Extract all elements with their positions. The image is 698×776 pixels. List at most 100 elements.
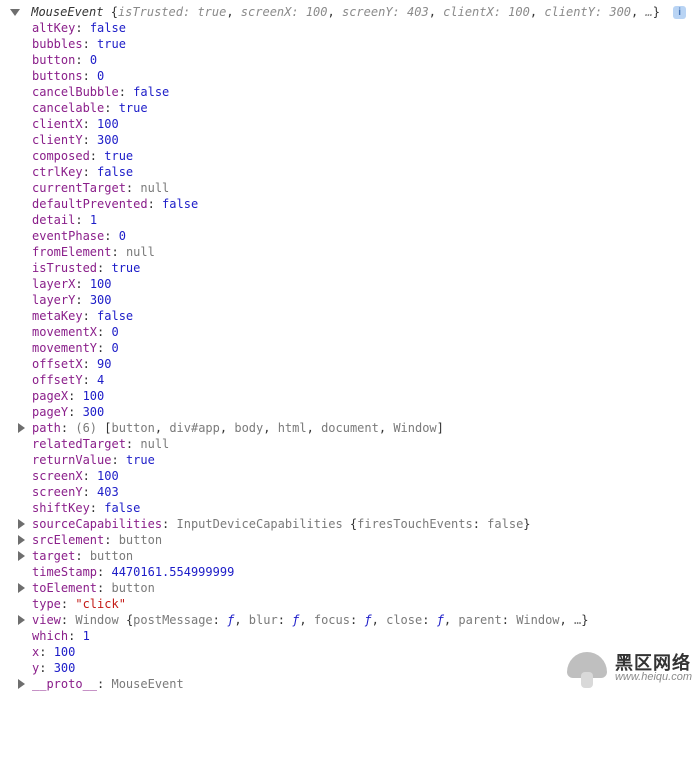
disclosure-triangle-icon[interactable] [18,551,25,561]
property-value: 4470161.554999999 [111,565,234,579]
property-row[interactable]: toElement: button [8,580,690,596]
property-name: sourceCapabilities [32,517,162,531]
property-row: pageY: 300 [8,404,690,420]
property-value: 100 [97,469,119,483]
property-row: screenX: 100 [8,468,690,484]
property-row: y: 300 [8,660,690,676]
property-row: which: 1 [8,628,690,644]
property-value: (6) [75,421,104,435]
property-row: pageX: 100 [8,388,690,404]
property-name: clientX [32,117,83,131]
property-name: currentTarget [32,181,126,195]
property-row[interactable]: target: button [8,548,690,564]
property-row: timeStamp: 4470161.554999999 [8,564,690,580]
property-value: true [111,261,140,275]
disclosure-triangle-icon[interactable] [18,615,25,625]
property-row: relatedTarget: null [8,436,690,452]
disclosure-triangle-icon[interactable] [18,519,25,529]
property-value: true [119,101,148,115]
property-value: false [90,21,126,35]
disclosure-triangle-icon[interactable] [18,583,25,593]
disclosure-triangle-icon[interactable] [18,423,25,433]
property-name: pageY [32,405,68,419]
property-value: 300 [97,133,119,147]
property-name: offsetX [32,357,83,371]
property-value: MouseEvent [111,677,183,691]
property-name: altKey [32,21,75,35]
property-value: button [90,549,133,563]
property-row: returnValue: true [8,452,690,468]
property-row[interactable]: srcElement: button [8,532,690,548]
property-name: detail [32,213,75,227]
property-value: 300 [90,293,112,307]
property-row: altKey: false [8,20,690,36]
property-row: layerY: 300 [8,292,690,308]
property-name: which [32,629,68,643]
property-row: currentTarget: null [8,180,690,196]
property-name: view [32,613,61,627]
property-value: false [104,501,140,515]
property-value: InputDeviceCapabilities [177,517,350,531]
info-icon[interactable]: i [673,6,686,19]
property-name: layerY [32,293,75,307]
property-row: buttons: 0 [8,68,690,84]
property-value: 403 [97,485,119,499]
property-value: null [140,437,169,451]
disclosure-triangle-icon[interactable] [18,679,25,689]
property-row: fromElement: null [8,244,690,260]
property-value: 90 [97,357,111,371]
property-name: screenX [32,469,83,483]
property-name: eventPhase [32,229,104,243]
property-row: bubbles: true [8,36,690,52]
property-name: defaultPrevented [32,197,148,211]
property-value: 0 [111,341,118,355]
property-row[interactable]: view: Window {postMessage: ƒ, blur: ƒ, f… [8,612,690,628]
property-name: cancelable [32,101,104,115]
property-value: null [126,245,155,259]
property-value: 0 [111,325,118,339]
property-row: cancelable: true [8,100,690,116]
property-name: fromElement [32,245,111,259]
property-value: button [119,533,162,547]
property-row: metaKey: false [8,308,690,324]
property-value: false [133,85,169,99]
property-row[interactable]: __proto__: MouseEvent [8,676,690,692]
property-name: timeStamp [32,565,97,579]
object-header[interactable]: MouseEvent {isTrusted: true, screenX: 10… [8,4,690,20]
property-value: 300 [83,405,105,419]
property-row: clientY: 300 [8,132,690,148]
property-row: offsetX: 90 [8,356,690,372]
property-value: true [104,149,133,163]
property-value: true [97,37,126,51]
property-list: altKey: falsebubbles: truebutton: 0butto… [8,20,690,692]
property-value: 100 [83,389,105,403]
disclosure-triangle-icon[interactable] [10,9,20,16]
property-name: movementY [32,341,97,355]
property-row: movementY: 0 [8,340,690,356]
property-name: relatedTarget [32,437,126,451]
property-name: pageX [32,389,68,403]
property-name: srcElement [32,533,104,547]
property-value: 0 [97,69,104,83]
property-value: 100 [90,277,112,291]
property-row: clientX: 100 [8,116,690,132]
property-name: __proto__ [32,677,97,691]
property-name: offsetY [32,373,83,387]
property-value: false [97,165,133,179]
property-name: shiftKey [32,501,90,515]
property-value: null [140,181,169,195]
property-row[interactable]: sourceCapabilities: InputDeviceCapabilit… [8,516,690,532]
property-row: defaultPrevented: false [8,196,690,212]
property-row: composed: true [8,148,690,164]
property-row: x: 100 [8,644,690,660]
property-row[interactable]: path: (6) [button, div#app, body, html, … [8,420,690,436]
property-row: shiftKey: false [8,500,690,516]
property-name: button [32,53,75,67]
object-preview: {isTrusted: true, screenX: 100, screenY:… [111,5,660,19]
property-value: 0 [119,229,126,243]
property-name: path [32,421,61,435]
property-name: target [32,549,75,563]
disclosure-triangle-icon[interactable] [18,535,25,545]
property-row: cancelBubble: false [8,84,690,100]
property-value: Window [75,613,126,627]
